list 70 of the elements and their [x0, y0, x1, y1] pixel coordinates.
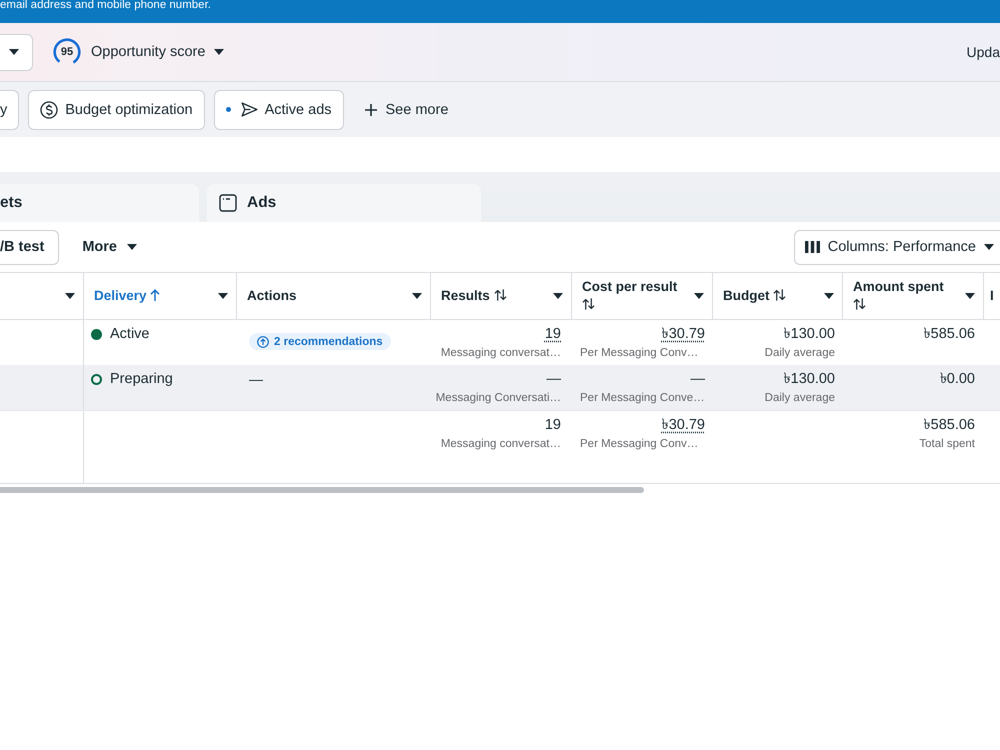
columns-icon — [804, 241, 820, 253]
caret-icon — [9, 49, 19, 55]
opportunity-score-button[interactable]: Opportunity score — [91, 44, 224, 60]
sort-icon — [853, 298, 866, 310]
caret-icon — [984, 244, 994, 250]
recommendations-badge[interactable]: 2 recommendations — [249, 333, 391, 350]
dollar-icon — [40, 100, 58, 118]
column-header[interactable]: Results — [431, 273, 572, 319]
status-ring-icon — [91, 374, 102, 385]
caret-icon — [412, 293, 422, 299]
delivery-status: Preparing — [110, 371, 173, 388]
cell-caption: Per Messaging Conv… — [580, 346, 698, 361]
dropdown-button[interactable] — [0, 34, 33, 70]
window-icon — [219, 194, 237, 212]
cell-caption: Messaging Conversati… — [436, 391, 561, 406]
cell-value: 19 — [544, 417, 561, 434]
arrow-up-circle-icon — [257, 336, 269, 348]
cell-value: ৳0.00 — [940, 371, 975, 388]
ab-test-button[interactable]: /B test — [0, 230, 60, 264]
caret-icon — [965, 293, 975, 299]
plus-icon — [364, 104, 377, 116]
update-text[interactable]: Upda — [966, 44, 1000, 60]
column-header[interactable]: Amount spent — [843, 273, 984, 319]
caret-icon — [218, 293, 228, 299]
column-header[interactable]: Actions — [237, 273, 431, 319]
columns-button[interactable]: Columns: Performance — [794, 230, 1000, 264]
cell-value: ৳130.00 — [784, 326, 835, 343]
column-header[interactable]: Delivery — [84, 273, 237, 319]
filter-chip[interactable]: Budget optimization — [28, 90, 205, 130]
cell-caption: Per Messaging Conv… — [580, 437, 698, 452]
cell-value: ৳585.06 — [924, 417, 975, 434]
send-icon — [240, 102, 258, 117]
sort-icon — [773, 289, 786, 301]
cell-value: — — [690, 371, 705, 388]
see-more-button[interactable]: See more — [364, 102, 448, 118]
cell-value: — — [546, 371, 561, 388]
banner-text: email address and mobile phone number. — [0, 0, 211, 11]
sort-up-icon — [150, 289, 160, 301]
cell-value: — — [249, 371, 263, 387]
cell-caption: Daily average — [764, 346, 835, 361]
caret-icon — [65, 293, 75, 299]
column-header[interactable]: Budget — [713, 273, 843, 319]
cell-value: ৳130.00 — [784, 371, 835, 388]
cell-caption: Messaging conversat… — [440, 437, 561, 452]
cell-caption: Total spent — [919, 437, 975, 452]
sort-icon — [494, 289, 507, 301]
cell-caption: Messaging conversat… — [440, 346, 561, 361]
column-header[interactable]: I — [984, 273, 1000, 319]
caret-icon — [126, 244, 137, 250]
sort-icon — [582, 298, 595, 310]
more-menu-button[interactable]: More — [82, 239, 137, 255]
caret-icon — [214, 49, 224, 55]
status-dot-icon — [91, 329, 102, 340]
column-header[interactable]: Cost per result — [572, 273, 713, 319]
cell-caption: Daily average — [764, 391, 835, 406]
score-gauge: 95 — [53, 38, 81, 66]
scrollbar-thumb[interactable] — [0, 487, 644, 493]
cell-value[interactable]: ৳30.79 — [662, 326, 705, 343]
cell-value[interactable]: ৳30.79 — [662, 417, 705, 434]
cell-value: ৳585.06 — [924, 326, 975, 343]
filter-chip[interactable]: Active ads — [214, 90, 344, 130]
caret-icon — [694, 293, 704, 299]
caret-icon — [553, 293, 563, 299]
cell-caption: Per Messaging Conve… — [580, 391, 705, 406]
level-tab[interactable]: Ads — [207, 184, 481, 222]
level-tab[interactable]: ets — [0, 184, 199, 222]
filter-chip[interactable]: y — [0, 90, 20, 130]
cell-value[interactable]: 19 — [544, 326, 561, 343]
caret-icon — [824, 293, 834, 299]
delivery-status: Active — [110, 326, 150, 343]
